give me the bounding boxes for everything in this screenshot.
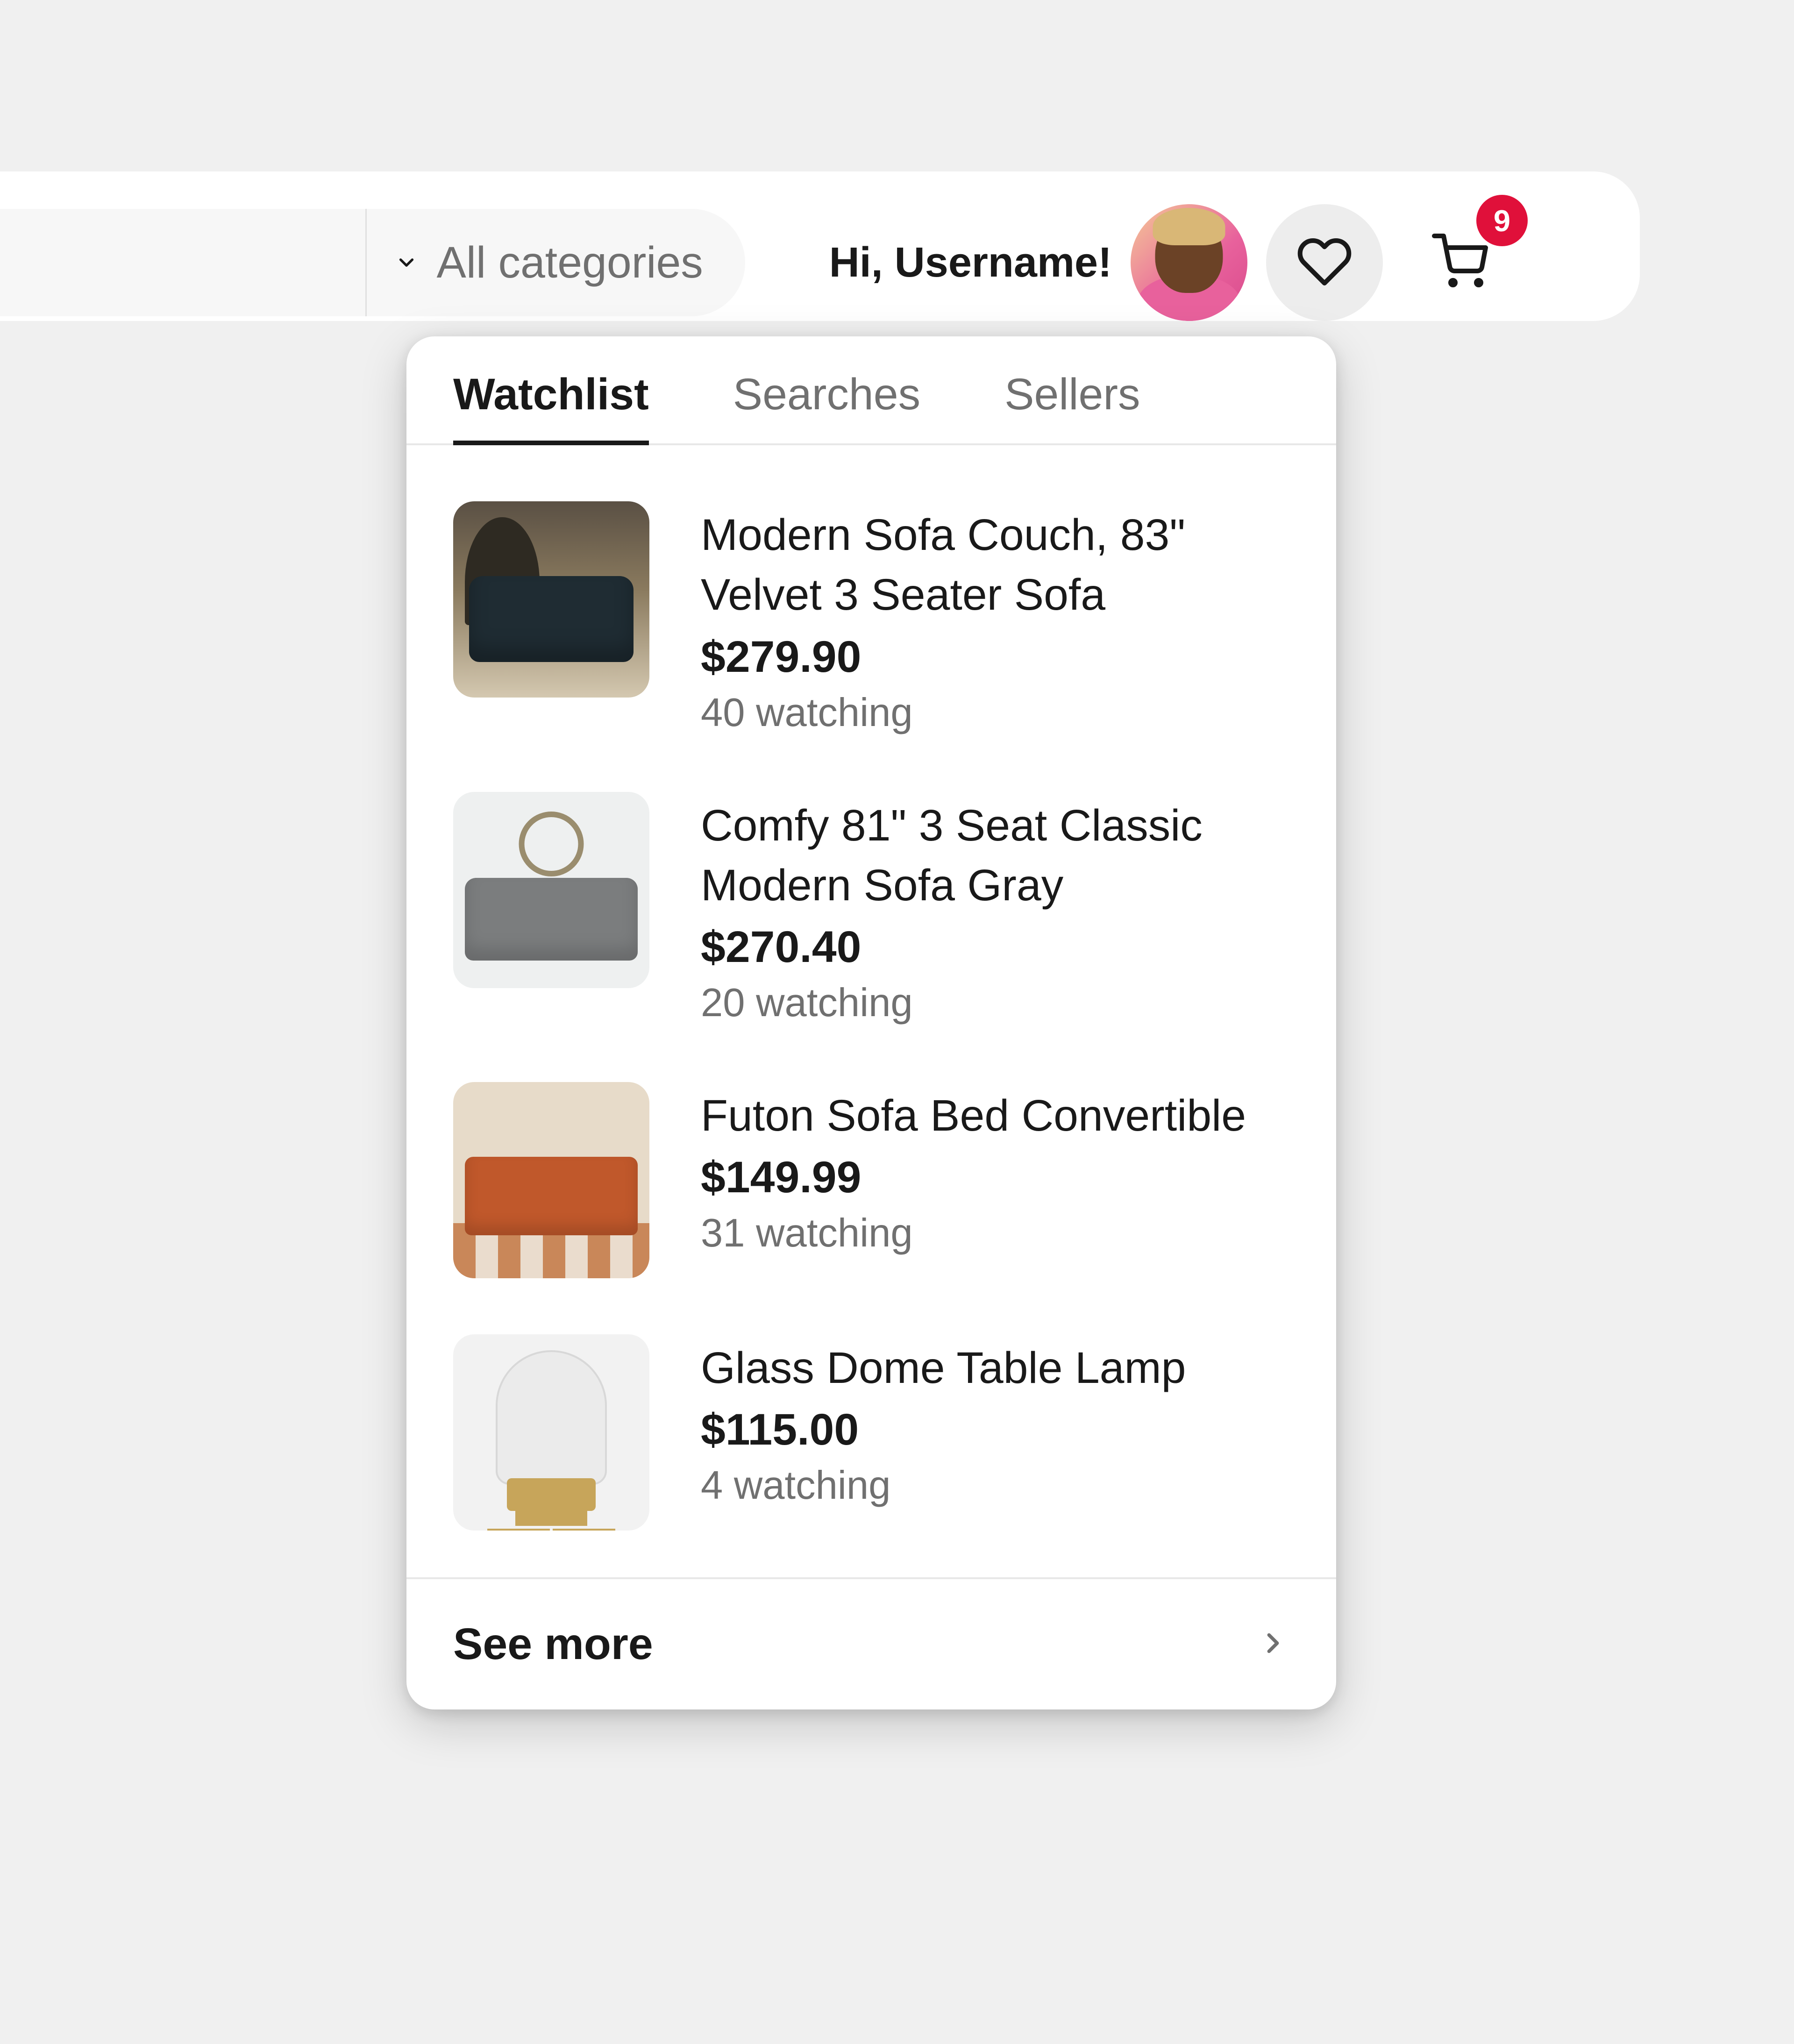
item-title: Modern Sofa Couch, 83" Velvet 3 Seater S… xyxy=(701,505,1289,625)
greeting-text: Hi, Username! xyxy=(829,239,1112,287)
list-item[interactable]: Futon Sofa Bed Convertible $149.99 31 wa… xyxy=(453,1054,1289,1306)
cart-badge: 9 xyxy=(1476,195,1528,246)
item-info: Comfy 81" 3 Seat Classic Modern Sofa Gra… xyxy=(701,792,1289,1026)
list-item[interactable]: Modern Sofa Couch, 83" Velvet 3 Seater S… xyxy=(453,473,1289,764)
search-area: All categories xyxy=(0,209,745,316)
page-card: All categories Hi, Username! 9 xyxy=(0,171,1640,321)
item-thumbnail xyxy=(453,1334,649,1531)
tab-searches[interactable]: Searches xyxy=(733,369,920,443)
tab-sellers[interactable]: Sellers xyxy=(1004,369,1140,443)
item-thumbnail xyxy=(453,501,649,698)
watchlist-dropdown: Watchlist Searches Sellers Modern Sofa C… xyxy=(406,336,1336,1709)
item-info: Glass Dome Table Lamp $115.00 4 watching xyxy=(701,1334,1186,1531)
favorites-button[interactable] xyxy=(1266,204,1383,321)
item-price: $279.90 xyxy=(701,632,1289,683)
tab-watchlist[interactable]: Watchlist xyxy=(453,369,649,443)
list-item[interactable]: Comfy 81" 3 Seat Classic Modern Sofa Gra… xyxy=(453,764,1289,1054)
item-price: $149.99 xyxy=(701,1152,1246,1203)
cart-button[interactable]: 9 xyxy=(1402,204,1518,321)
dropdown-tabs: Watchlist Searches Sellers xyxy=(406,336,1336,445)
avatar[interactable] xyxy=(1131,204,1247,321)
item-watching: 20 watching xyxy=(701,980,1289,1026)
item-watching: 31 watching xyxy=(701,1211,1246,1256)
item-title: Glass Dome Table Lamp xyxy=(701,1338,1186,1398)
header-bar: All categories Hi, Username! 9 xyxy=(0,204,1640,321)
item-watching: 40 watching xyxy=(701,690,1289,736)
item-info: Modern Sofa Couch, 83" Velvet 3 Seater S… xyxy=(701,501,1289,736)
item-watching: 4 watching xyxy=(701,1463,1186,1509)
item-info: Futon Sofa Bed Convertible $149.99 31 wa… xyxy=(701,1082,1246,1278)
chevron-right-icon xyxy=(1257,1627,1289,1662)
chevron-down-icon xyxy=(395,251,418,274)
item-thumbnail xyxy=(453,792,649,988)
item-title: Futon Sofa Bed Convertible xyxy=(701,1086,1246,1146)
list-item[interactable]: Glass Dome Table Lamp $115.00 4 watching xyxy=(453,1306,1289,1559)
search-input[interactable] xyxy=(0,209,365,316)
category-select[interactable]: All categories xyxy=(365,209,745,316)
cart-icon xyxy=(1432,234,1488,292)
watchlist-items: Modern Sofa Couch, 83" Velvet 3 Seater S… xyxy=(406,445,1336,1577)
item-thumbnail xyxy=(453,1082,649,1278)
item-price: $270.40 xyxy=(701,922,1289,973)
item-price: $115.00 xyxy=(701,1404,1186,1455)
item-title: Comfy 81" 3 Seat Classic Modern Sofa Gra… xyxy=(701,796,1289,916)
heart-icon xyxy=(1296,234,1353,292)
category-label: All categories xyxy=(437,237,703,288)
see-more-button[interactable]: See more xyxy=(406,1577,1336,1709)
see-more-label: See more xyxy=(453,1619,653,1670)
